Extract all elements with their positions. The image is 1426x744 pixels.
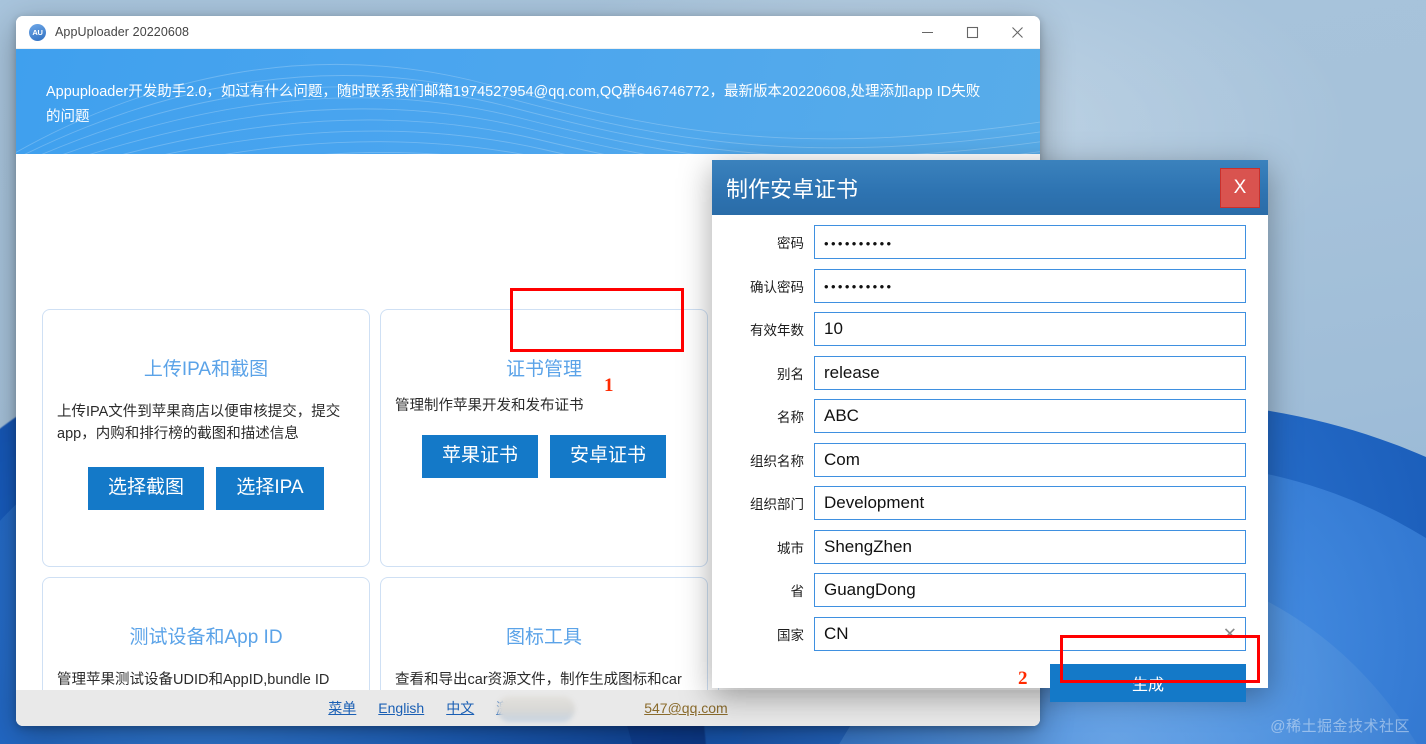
alias-input[interactable] bbox=[814, 356, 1246, 390]
card-button-row: 选择截图 选择IPA bbox=[43, 467, 369, 510]
card-upload-ipa: 上传IPA和截图 上传IPA文件到苹果商店以便审核提交，提交app，内购和排行榜… bbox=[42, 309, 370, 567]
generate-button[interactable]: 生成 bbox=[1050, 664, 1246, 702]
validity-years-input[interactable] bbox=[814, 312, 1246, 346]
card-description: 管理苹果测试设备UDID和AppID,bundle ID bbox=[43, 669, 369, 691]
field-row-city: 城市 bbox=[728, 530, 1246, 564]
dialog-actions: 生成 bbox=[712, 660, 1268, 716]
apple-certificate-button[interactable]: 苹果证书 bbox=[422, 435, 538, 478]
promo-banner: Appuploader开发助手2.0，如过有什么问题，随时联系我们邮箱19745… bbox=[16, 49, 1040, 154]
dialog-titlebar: 制作安卓证书 X bbox=[712, 160, 1268, 215]
organization-name-input[interactable] bbox=[814, 443, 1246, 477]
field-row-province: 省 bbox=[728, 573, 1246, 607]
dialog-close-icon[interactable]: X bbox=[1220, 168, 1260, 208]
close-icon[interactable] bbox=[995, 16, 1040, 49]
country-input[interactable] bbox=[814, 617, 1246, 651]
footer-link-english[interactable]: English bbox=[378, 700, 424, 716]
clear-icon[interactable]: ✕ bbox=[1223, 625, 1237, 642]
field-label: 别名 bbox=[728, 363, 814, 383]
dialog-title: 制作安卓证书 bbox=[726, 172, 858, 204]
maximize-icon[interactable] bbox=[950, 16, 995, 49]
field-row-password: 密码 bbox=[728, 225, 1246, 259]
field-label: 确认密码 bbox=[728, 276, 814, 296]
city-input[interactable] bbox=[814, 530, 1246, 564]
android-certificate-button[interactable]: 安卓证书 bbox=[550, 435, 666, 478]
field-label: 密码 bbox=[728, 232, 814, 252]
card-title: 上传IPA和截图 bbox=[43, 354, 369, 381]
organization-unit-input[interactable] bbox=[814, 486, 1246, 520]
confirm-password-input[interactable] bbox=[814, 269, 1246, 303]
province-input[interactable] bbox=[814, 573, 1246, 607]
card-title: 图标工具 bbox=[381, 622, 707, 649]
minimize-icon[interactable] bbox=[905, 16, 950, 49]
field-label: 名称 bbox=[728, 406, 814, 426]
field-label: 国家 bbox=[728, 624, 814, 644]
banner-text: Appuploader开发助手2.0，如过有什么问题，随时联系我们邮箱19745… bbox=[16, 80, 1016, 130]
field-label: 省 bbox=[728, 580, 814, 600]
field-row-organization-name: 组织名称 bbox=[728, 443, 1246, 477]
field-row-confirm-password: 确认密码 bbox=[728, 269, 1246, 303]
field-row-name: 名称 bbox=[728, 399, 1246, 433]
field-label: 城市 bbox=[728, 537, 814, 557]
android-certificate-dialog: 制作安卓证书 X 密码 确认密码 有效年数 别名 bbox=[712, 160, 1268, 688]
field-row-validity-years: 有效年数 bbox=[728, 312, 1246, 346]
card-certificate-management: 证书管理 管理制作苹果开发和发布证书 苹果证书 安卓证书 bbox=[380, 309, 708, 567]
card-description: 管理制作苹果开发和发布证书 bbox=[381, 395, 707, 417]
footer-link-activate[interactable]: 激活 bbox=[496, 698, 524, 718]
select-screenshot-button[interactable]: 选择截图 bbox=[88, 467, 204, 510]
footer-link-chinese[interactable]: 中文 bbox=[446, 698, 474, 718]
window-controls bbox=[905, 16, 1040, 49]
footer-link-menu[interactable]: 菜单 bbox=[328, 698, 356, 718]
card-title: 测试设备和App ID bbox=[43, 622, 369, 649]
name-input[interactable] bbox=[814, 399, 1246, 433]
card-title: 证书管理 bbox=[381, 354, 707, 381]
field-row-alias: 别名 bbox=[728, 356, 1246, 390]
select-ipa-button[interactable]: 选择IPA bbox=[216, 467, 324, 510]
field-row-country: 国家 ✕ bbox=[728, 617, 1246, 651]
window-titlebar: AU AppUploader 20220608 bbox=[16, 16, 1040, 49]
annotation-number-2: 2 bbox=[1018, 668, 1028, 690]
field-label: 组织部门 bbox=[728, 493, 814, 513]
card-button-row: 苹果证书 安卓证书 bbox=[381, 435, 707, 478]
app-logo-icon: AU bbox=[29, 24, 46, 41]
field-row-organization-unit: 组织部门 bbox=[728, 486, 1246, 520]
annotation-number-1: 1 bbox=[604, 375, 614, 397]
password-input[interactable] bbox=[814, 225, 1246, 259]
field-label: 有效年数 bbox=[728, 319, 814, 339]
card-description: 上传IPA文件到苹果商店以便审核提交，提交app，内购和排行榜的截图和描述信息 bbox=[43, 401, 369, 445]
dialog-form: 密码 确认密码 有效年数 别名 名称 bbox=[712, 215, 1268, 660]
field-label: 组织名称 bbox=[728, 450, 814, 470]
window-title: AppUploader 20220608 bbox=[55, 25, 189, 39]
